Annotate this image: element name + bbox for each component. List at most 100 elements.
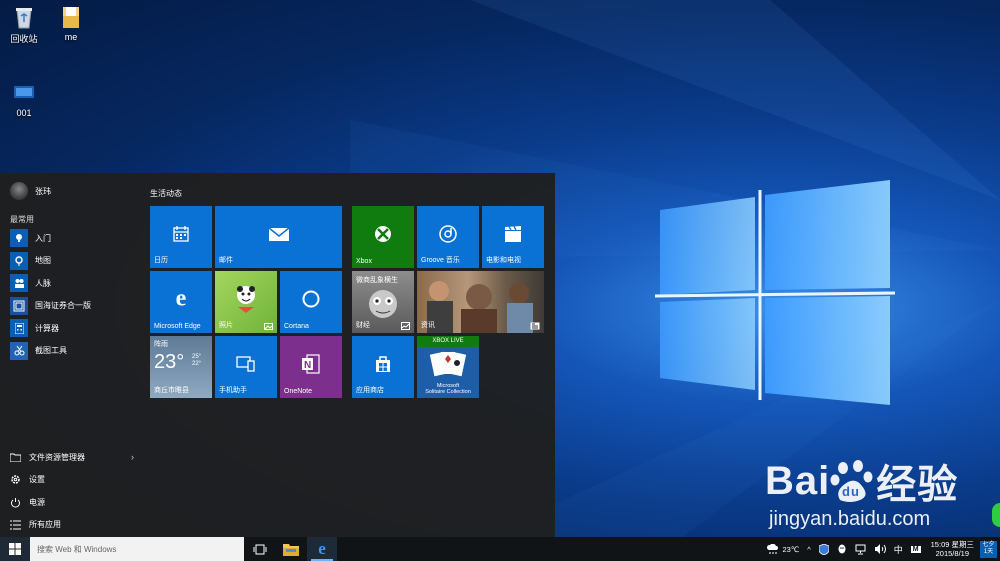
app-item-label: 截图工具 — [35, 346, 67, 356]
file-explorer-button[interactable]: 文件资源管理器 › — [10, 446, 134, 469]
avatar — [10, 182, 28, 200]
watermark-url: jingyan.baidu.com — [769, 508, 931, 530]
tile-label: Xbox — [356, 258, 372, 265]
desktop: 回收站 me 001 张玮 最常用 入门 地图 人脉 国海证券合一版 计算器 截… — [0, 0, 1000, 561]
qq-icon — [838, 544, 846, 553]
bottom-item-label: 设置 — [29, 475, 45, 485]
tile-label: 日历 — [154, 257, 168, 264]
qq-tray-button[interactable] — [833, 544, 851, 555]
clock-time: 15:09 星期三 — [930, 540, 974, 549]
paw-icon: du — [830, 460, 873, 502]
power-button[interactable]: 电源 — [10, 491, 134, 514]
scissors-icon — [10, 341, 28, 360]
clock[interactable]: 15:09 星期三 2015/8/19 — [925, 540, 980, 558]
tile-phone-companion[interactable]: 手机助手 — [215, 336, 277, 398]
photo-thumbnail — [237, 285, 255, 313]
tile-calendar[interactable]: 日历 — [150, 206, 212, 268]
most-used-label: 最常用 — [10, 215, 34, 224]
weather-widget[interactable]: 23℃ — [762, 544, 803, 554]
speaker-icon — [874, 544, 886, 554]
edge-green-indicator — [992, 503, 1000, 527]
tile-news[interactable]: 资讯 — [417, 271, 544, 333]
tile-movies-tv[interactable]: 电影和电视 — [482, 206, 544, 268]
app-item-get-started[interactable]: 入门 — [10, 227, 91, 250]
tile-finance[interactable]: 微商乱象横生 财经 — [352, 271, 414, 333]
app-item-label: 人脉 — [35, 278, 51, 288]
app-item-guohai[interactable]: 国海证券合一版 — [10, 295, 91, 318]
image-icon — [264, 323, 273, 330]
watermark-du: du — [842, 484, 860, 499]
tile-label: 应用商店 — [356, 387, 384, 394]
tile-photos[interactable]: 照片 — [215, 271, 277, 333]
clapperboard-icon — [505, 225, 521, 242]
lightbulb-icon — [10, 229, 28, 248]
search-input[interactable]: 搜索 Web 和 Windows — [30, 537, 244, 561]
tray-temperature: 23℃ — [782, 544, 800, 554]
tile-store[interactable]: 应用商店 — [352, 336, 414, 398]
desktop-icon-me-folder[interactable]: me — [47, 4, 95, 42]
app-item-label: 地图 — [35, 256, 51, 266]
tile-weather[interactable]: 阵雨 23° 25° 22° 商丘市睢县 — [150, 336, 212, 398]
tile-edge[interactable]: e Microsoft Edge — [150, 271, 212, 333]
cards-icon — [429, 351, 467, 377]
desktop-icon-label: me — [64, 32, 78, 42]
security-tray-button[interactable] — [815, 543, 833, 555]
tile-label: Cortana — [284, 323, 309, 330]
app-item-people[interactable]: 人脉 — [10, 272, 91, 295]
tile-groove-music[interactable]: Groove 音乐 — [417, 206, 479, 268]
tile-mail[interactable]: 邮件 — [215, 206, 342, 268]
tile-label: 财经 — [356, 322, 370, 329]
volume-button[interactable] — [870, 544, 890, 554]
file-explorer-taskbar-button[interactable] — [276, 537, 306, 561]
bottom-item-label: 所有应用 — [29, 520, 61, 530]
ime-mode-button[interactable]: M — [907, 545, 925, 553]
desktop-icon-label: 001 — [16, 108, 32, 118]
mail-icon — [268, 227, 289, 241]
shortcut-icon — [11, 80, 37, 106]
show-hidden-icons-button[interactable]: ^ — [803, 545, 815, 554]
app-item-maps[interactable]: 地图 — [10, 250, 91, 273]
chart-icon — [401, 322, 410, 330]
network-button[interactable] — [851, 544, 870, 555]
power-icon — [10, 497, 21, 508]
finance-thumbnail — [369, 290, 397, 318]
system-tray: 23℃ ^ 中 M 15:09 星期三 2015/8/19 七夕 1天 — [762, 537, 1000, 561]
list-icon — [10, 519, 21, 530]
tile-xbox[interactable]: Xbox — [352, 206, 414, 268]
chevron-right-icon[interactable]: › — [131, 452, 134, 462]
windows-logo-icon — [9, 543, 21, 555]
tile-solitaire[interactable]: XBOX LIVE Microsoft Solitaire Collection — [417, 336, 479, 398]
desktop-icon-recycle-bin[interactable]: 回收站 — [0, 4, 48, 45]
xbox-icon — [375, 225, 391, 242]
desktop-icon-001[interactable]: 001 — [0, 80, 48, 118]
all-apps-button[interactable]: 所有应用 — [10, 514, 134, 537]
cloud-rain-icon — [767, 544, 779, 554]
task-view-icon — [253, 544, 267, 554]
tile-onenote[interactable]: N OneNote — [280, 336, 342, 398]
newspaper-icon — [530, 322, 540, 330]
ime-language-button[interactable]: 中 — [890, 543, 907, 556]
svg-text:N: N — [304, 360, 311, 371]
tile-label: Groove 音乐 — [421, 257, 460, 264]
start-menu-left-column: 张玮 最常用 入门 地图 人脉 国海证券合一版 计算器 截图工具 文件资源管理器… — [0, 173, 140, 537]
desktop-icon-label: 回收站 — [10, 34, 38, 44]
app-item-calculator[interactable]: 计算器 — [10, 317, 91, 340]
user-account[interactable]: 张玮 — [10, 182, 51, 200]
onenote-icon: N — [302, 354, 320, 374]
tile-label: 电影和电视 — [486, 257, 521, 264]
edge-taskbar-button[interactable]: e — [307, 537, 337, 561]
start-button[interactable] — [0, 537, 30, 561]
app-item-snipping-tool[interactable]: 截图工具 — [10, 340, 91, 363]
baidu-jingyan-watermark: Bai du 经验 jingyan.baidu.com — [765, 452, 958, 531]
bottom-item-label: 文件资源管理器 — [29, 452, 85, 462]
tile-cortana[interactable]: Cortana — [280, 271, 342, 333]
tile-group-label: 生活动态 — [150, 189, 182, 198]
tile-label: 手机助手 — [219, 387, 247, 394]
gear-icon — [10, 474, 21, 485]
calculator-icon — [10, 319, 28, 338]
settings-button[interactable]: 设置 — [10, 469, 134, 492]
finance-headline: 微商乱象横生 — [356, 277, 398, 284]
phone-icon — [236, 356, 255, 372]
task-view-button[interactable] — [245, 537, 275, 561]
notification-badge[interactable]: 七夕 1天 — [980, 540, 997, 558]
